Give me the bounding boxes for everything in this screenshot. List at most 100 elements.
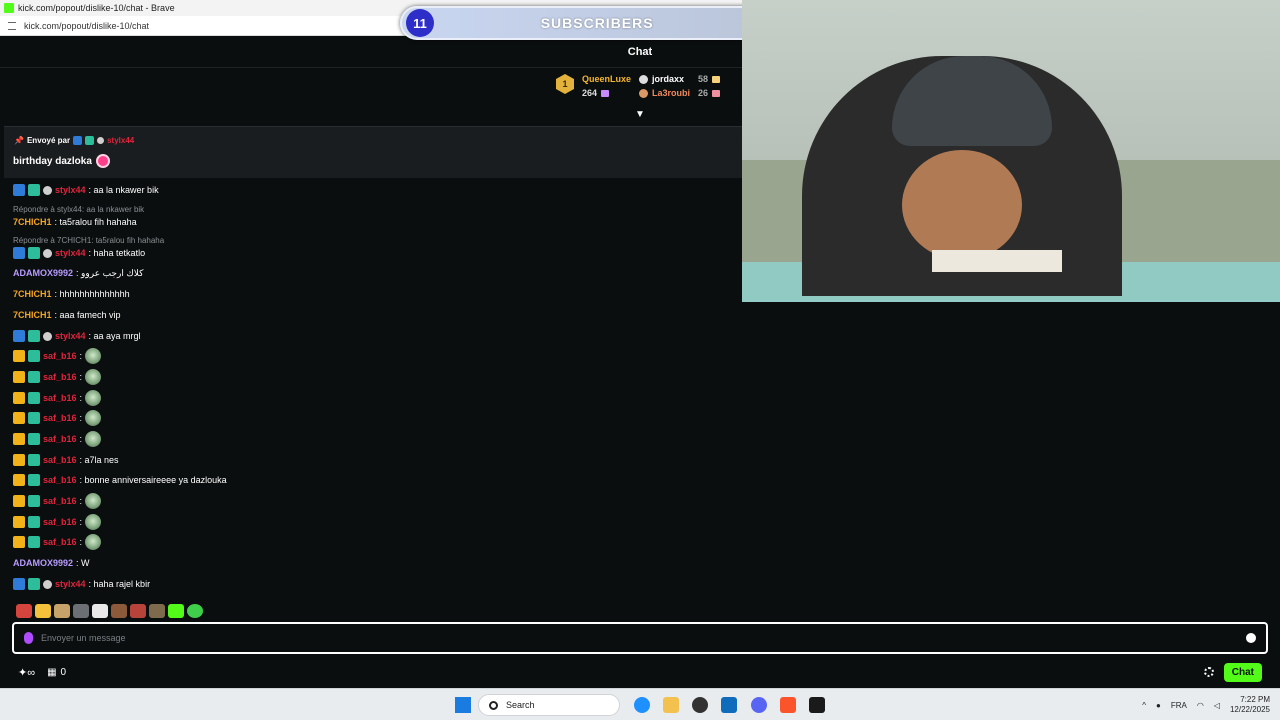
chat-message: saf_b16 : a7la nes bbox=[13, 453, 119, 467]
og-badge-icon bbox=[43, 579, 52, 589]
subscriber-count: 11 bbox=[406, 9, 434, 37]
chat-username[interactable]: ADAMOX9992 bbox=[13, 268, 73, 278]
chat-username[interactable]: stylx44 bbox=[55, 579, 86, 589]
send-chat-button[interactable]: Chat bbox=[1223, 662, 1262, 682]
chat-message: saf_b16 : bbox=[13, 431, 102, 447]
chat-username[interactable]: saf_b16 bbox=[43, 455, 77, 465]
message-input[interactable] bbox=[41, 633, 1238, 643]
reply-reference[interactable]: Répondre à 7CHICH1: ta5ralou fih hahaha bbox=[13, 236, 164, 246]
chat-username[interactable]: saf_b16 bbox=[43, 434, 77, 444]
leader-name[interactable]: La3roubi bbox=[652, 88, 690, 98]
chat-username[interactable]: 7CHICH1 bbox=[13, 217, 52, 227]
chat-username[interactable]: saf_b16 bbox=[43, 393, 77, 403]
chat-text: : bbox=[79, 351, 83, 361]
og-badge-icon bbox=[97, 137, 105, 144]
leader-value: 58 bbox=[698, 74, 709, 84]
store-icon[interactable] bbox=[721, 697, 737, 713]
subscriber-badge-icon bbox=[28, 392, 40, 404]
clock-date: 12/22/2025 bbox=[1229, 705, 1270, 714]
leader-name[interactable]: QueenLuxe bbox=[582, 74, 631, 84]
chat-title: Chat bbox=[627, 46, 653, 58]
settings-gear-icon[interactable] bbox=[1203, 667, 1214, 677]
subscriber-badge-icon bbox=[28, 412, 40, 424]
subscriber-goal-bar: 11 SUBSCRIBERS 100 bbox=[400, 6, 796, 40]
chat-username[interactable]: 7CHICH1 bbox=[13, 310, 52, 320]
ghost-mode-icon[interactable]: ✦∞ bbox=[18, 666, 35, 679]
pirate-emote-icon[interactable] bbox=[149, 604, 165, 618]
og-badge-icon bbox=[43, 248, 52, 258]
face-emote-icon[interactable] bbox=[130, 604, 146, 618]
discord-icon[interactable] bbox=[751, 697, 767, 713]
chat-input-box[interactable] bbox=[12, 622, 1268, 654]
chat-username[interactable]: stylx44 bbox=[55, 331, 86, 341]
taskbar-clock[interactable]: 7:22 PM 12/22/2025 bbox=[1230, 695, 1270, 715]
pinned-sender[interactable]: stylx44 bbox=[107, 136, 134, 145]
chat-username[interactable]: 7CHICH1 bbox=[13, 289, 52, 299]
chat-username[interactable]: saf_b16 bbox=[43, 475, 77, 485]
cat-emote-icon[interactable] bbox=[35, 604, 51, 618]
og-badge-icon bbox=[43, 185, 52, 195]
chat-username[interactable]: saf_b16 bbox=[43, 496, 77, 506]
ghost-emote-icon[interactable] bbox=[92, 604, 108, 618]
kick-app-icon[interactable] bbox=[809, 697, 825, 713]
chat-message: 7CHICH1 : ta5ralou fih hahaha bbox=[13, 215, 137, 229]
brave-browser-icon[interactable] bbox=[780, 697, 796, 713]
taskbar-search[interactable]: Search bbox=[478, 694, 620, 716]
hands-emote-icon[interactable] bbox=[73, 604, 89, 618]
verified-badge-icon bbox=[13, 247, 25, 259]
kick-emote-icon[interactable] bbox=[187, 604, 203, 618]
volume-icon[interactable]: ◁ bbox=[1214, 701, 1220, 710]
chat-message: saf_b16 : bonne anniversaireeee ya dazlo… bbox=[13, 473, 227, 487]
chat-username[interactable]: saf_b16 bbox=[43, 413, 77, 423]
subscriber-badge-icon bbox=[28, 371, 40, 383]
chat-username[interactable]: saf_b16 bbox=[43, 537, 77, 547]
chat-message: stylx44 : aa aya mrgl bbox=[13, 329, 141, 343]
heart-emote-icon bbox=[95, 154, 110, 168]
chevron-up-icon[interactable]: ^ bbox=[1142, 701, 1146, 710]
chat-username[interactable]: stylx44 bbox=[55, 248, 86, 258]
chat-text: : aa aya mrgl bbox=[88, 331, 141, 341]
subscriber-label: SUBSCRIBERS bbox=[540, 15, 654, 31]
chat-footer: ✦∞ ▦ 0 Chat bbox=[0, 658, 1280, 686]
microphone-icon[interactable] bbox=[24, 632, 33, 644]
file-explorer-icon[interactable] bbox=[663, 697, 679, 713]
gift-box-icon[interactable]: ▦ bbox=[47, 667, 56, 678]
chat-username[interactable]: stylx44 bbox=[55, 185, 86, 195]
crown-badge-icon bbox=[13, 454, 25, 466]
angry-emote-icon[interactable] bbox=[16, 604, 32, 618]
site-settings-icon[interactable] bbox=[8, 21, 16, 30]
chat-username[interactable]: saf_b16 bbox=[43, 372, 77, 382]
chat-message: saf_b16 : bbox=[13, 390, 102, 406]
language-indicator[interactable]: FRA bbox=[1171, 701, 1187, 710]
microphone-tray-icon[interactable]: ● bbox=[1156, 701, 1161, 710]
chat-message: stylx44 : haha tetkatlo bbox=[13, 246, 145, 260]
collapse-chevron-icon[interactable]: ▼ bbox=[634, 110, 646, 120]
bars-emote-icon[interactable] bbox=[168, 604, 184, 618]
system-tray: ^ ● FRA ◠ ◁ 7:22 PM 12/22/2025 bbox=[1142, 691, 1270, 719]
edge-browser-icon[interactable] bbox=[634, 697, 650, 713]
leaderboard-first[interactable]: QueenLuxe 264 bbox=[582, 74, 631, 110]
chat-text: : bbox=[79, 372, 83, 382]
search-icon bbox=[489, 700, 498, 710]
chat-username[interactable]: ADAMOX9992 bbox=[13, 558, 73, 568]
chat-username[interactable]: saf_b16 bbox=[43, 351, 77, 361]
chat-message: saf_b16 : bbox=[13, 410, 102, 426]
leader-name[interactable]: jordaxx bbox=[652, 74, 684, 84]
dance-emote-icon[interactable] bbox=[54, 604, 70, 618]
url-text[interactable]: kick.com/popout/dislike-10/chat bbox=[24, 21, 149, 31]
skull-emote-icon bbox=[85, 534, 102, 550]
face-emote-icon[interactable] bbox=[111, 604, 127, 618]
crown-badge-icon bbox=[13, 392, 25, 404]
reply-reference[interactable]: Répondre à stylx44: aa la nkawer bik bbox=[13, 205, 144, 215]
leader-value: 264 bbox=[582, 88, 598, 98]
emoji-picker-icon[interactable] bbox=[1246, 633, 1256, 643]
gift-leaderboard: 1 QueenLuxe 264 jordaxx 58 La3roubi 26 bbox=[556, 74, 721, 110]
obs-icon[interactable] bbox=[692, 697, 708, 713]
og-badge-icon bbox=[43, 331, 52, 341]
rank-medal-icon: 1 bbox=[556, 74, 574, 94]
bronze-rank-icon bbox=[639, 88, 649, 98]
windows-start-icon[interactable] bbox=[455, 697, 471, 713]
chat-username[interactable]: saf_b16 bbox=[43, 517, 77, 527]
shirt-print bbox=[932, 250, 1062, 272]
wifi-icon[interactable]: ◠ bbox=[1197, 701, 1204, 710]
